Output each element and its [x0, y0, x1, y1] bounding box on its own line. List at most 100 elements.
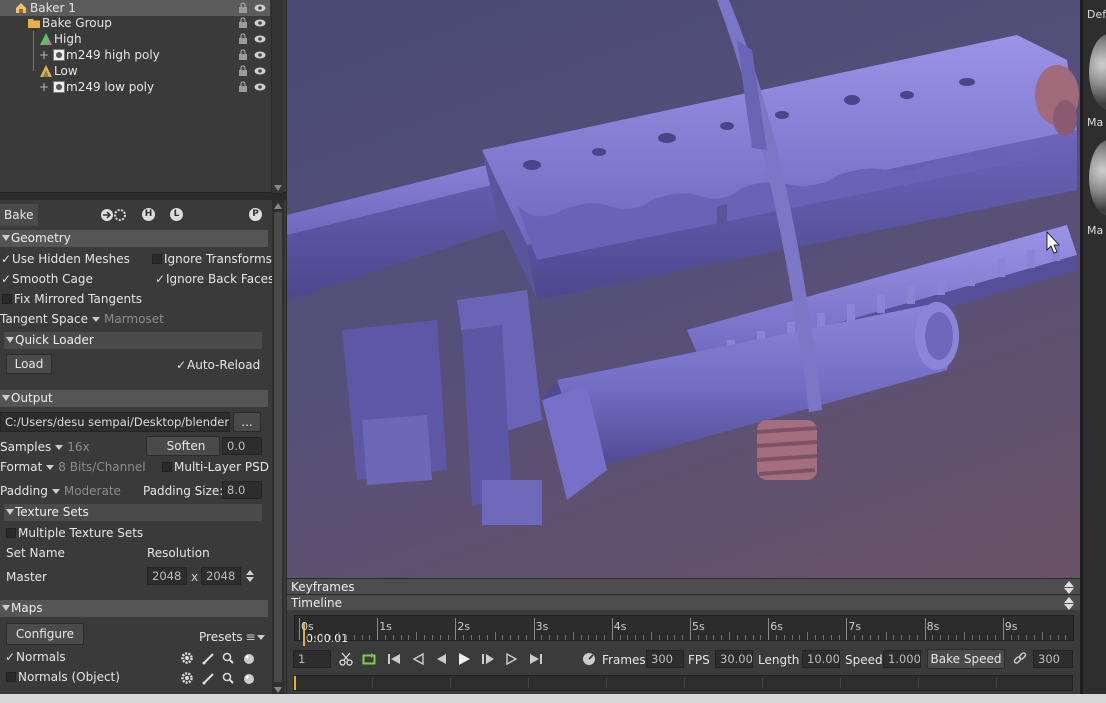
output-header-label: Output: [11, 391, 53, 405]
timeline-ruler[interactable]: 0:00.01 0s 1s 2s 3s 4s 5s 6s 7s 8s 9s: [287, 610, 1080, 646]
material-label: Def: [1087, 8, 1106, 21]
timeline-track[interactable]: 0:00.01 0s 1s 2s 3s 4s 5s 6s 7s 8s 9s: [294, 615, 1074, 646]
scroll-down-icon[interactable]: [274, 185, 282, 191]
scroll-down-icon[interactable]: [274, 687, 282, 693]
tangent-space-label: Tangent Space: [0, 312, 88, 326]
lock-icon[interactable]: [237, 49, 249, 61]
current-frame-input[interactable]: 1: [293, 650, 331, 668]
configure-button[interactable]: Configure: [6, 623, 84, 645]
tree-item-m249-low-poly[interactable]: + m249 low poly: [0, 79, 270, 95]
fps-label: FPS: [688, 653, 710, 667]
material-preview[interactable]: [1089, 140, 1106, 216]
soften-button[interactable]: Soften: [146, 436, 220, 456]
soften-input[interactable]: 0.0: [222, 437, 262, 455]
ignore-back-faces-checkbox[interactable]: ✓Ignore Back Faces: [154, 272, 274, 286]
output-path-input[interactable]: C:/Users/desu sempai/Desktop/blender/ba: [0, 412, 230, 432]
map-normals-tools[interactable]: [180, 651, 258, 665]
resolution-stepper-icon[interactable]: [245, 568, 255, 584]
tree-item-low[interactable]: Low: [0, 63, 270, 79]
eye-icon[interactable]: [254, 33, 266, 45]
samples-dropdown[interactable]: Samples 16x: [0, 440, 90, 454]
step-back-icon[interactable]: [411, 652, 425, 666]
map-item-normals[interactable]: ✓Normals: [4, 650, 66, 664]
timer-icon[interactable]: [582, 652, 596, 666]
low-button[interactable]: L: [170, 208, 183, 221]
fix-mirrored-tangents-label: Fix Mirrored Tangents: [14, 292, 143, 306]
map-item-normals-object[interactable]: Normals (Object): [6, 670, 120, 684]
lock-icon[interactable]: [237, 33, 249, 45]
expand-icon[interactable]: +: [39, 47, 49, 63]
smooth-cage-checkbox[interactable]: ✓Smooth Cage: [0, 272, 93, 286]
presets-dropdown[interactable]: Presets ≡: [199, 630, 269, 644]
3d-viewport[interactable]: [287, 0, 1080, 578]
lock-icon[interactable]: [237, 65, 249, 77]
frames-input[interactable]: 300: [646, 650, 684, 668]
resolution-height-input[interactable]: 2048: [201, 567, 241, 585]
lock-icon[interactable]: [237, 81, 249, 93]
keyframes-header[interactable]: Keyframes: [287, 578, 1080, 594]
play-icon[interactable]: [457, 652, 471, 666]
tree-item-high[interactable]: High: [0, 31, 270, 47]
load-button[interactable]: Load: [6, 354, 52, 374]
texture-sets-header[interactable]: Texture Sets: [4, 504, 262, 521]
length-input[interactable]: 10.000: [802, 650, 840, 668]
material-label: Ma: [1087, 224, 1104, 237]
scrubber-playhead[interactable]: [294, 676, 296, 690]
format-dropdown[interactable]: Format 8 Bits/Channel: [0, 460, 146, 474]
use-hidden-meshes-checkbox[interactable]: ✓Use Hidden Meshes: [0, 252, 130, 266]
step-forward-icon[interactable]: [481, 652, 495, 666]
maps-header[interactable]: Maps: [0, 600, 268, 617]
tree-item-m249-high-poly[interactable]: + m249 high poly: [0, 47, 270, 63]
output-header[interactable]: Output: [0, 390, 268, 407]
bake-options-icon[interactable]: [100, 208, 128, 222]
eye-icon[interactable]: [254, 49, 266, 61]
high-button[interactable]: H: [142, 208, 155, 221]
tree-scrollbar[interactable]: [271, 0, 283, 193]
bake-speed-button[interactable]: Bake Speed: [927, 649, 1005, 669]
properties-scrollbar[interactable]: [272, 200, 284, 703]
scrollbar-thumb[interactable]: [274, 212, 282, 682]
tangent-space-dropdown[interactable]: Tangent Space Marmoset: [0, 312, 164, 326]
timeline-header[interactable]: Timeline: [287, 594, 1080, 610]
loop-icon[interactable]: [362, 652, 376, 666]
eye-icon[interactable]: [254, 2, 266, 14]
lock-icon[interactable]: [237, 2, 249, 14]
resolution-width-input[interactable]: 2048: [147, 567, 187, 585]
tree-item-bake-group[interactable]: Bake Group: [0, 15, 270, 31]
scissors-icon[interactable]: [339, 652, 353, 666]
link-icon[interactable]: [1013, 652, 1027, 666]
quick-loader-header[interactable]: Quick Loader: [4, 332, 262, 349]
ignore-transforms-checkbox[interactable]: Ignore Transforms: [152, 252, 272, 266]
bake-speed-input[interactable]: 300: [1033, 650, 1073, 668]
tree-item-baker[interactable]: Baker 1: [0, 0, 270, 16]
scroll-up-icon[interactable]: [274, 203, 282, 209]
fps-input[interactable]: 30.000: [715, 650, 753, 668]
geometry-header[interactable]: Geometry: [0, 230, 268, 247]
next-frame-icon[interactable]: [505, 652, 519, 666]
preview-button[interactable]: P: [249, 208, 262, 221]
map-normals-object-tools[interactable]: [180, 671, 258, 685]
padding-size-input[interactable]: 8.0: [222, 481, 262, 499]
padding-dropdown[interactable]: Padding Moderate: [0, 484, 121, 498]
play-reverse-icon[interactable]: [434, 652, 448, 666]
expand-up-icon[interactable]: [1064, 581, 1074, 587]
timeline-scrubber[interactable]: [287, 672, 1080, 694]
eye-icon[interactable]: [254, 81, 266, 93]
eye-icon[interactable]: [254, 17, 266, 29]
skip-start-icon[interactable]: [387, 652, 401, 666]
expand-up-icon[interactable]: [1064, 597, 1074, 603]
fix-mirrored-tangents-checkbox[interactable]: Fix Mirrored Tangents: [2, 292, 142, 306]
multiple-texture-sets-checkbox[interactable]: Multiple Texture Sets: [6, 526, 143, 540]
lock-icon[interactable]: [237, 17, 249, 29]
eye-icon[interactable]: [254, 65, 266, 77]
multi-layer-psd-checkbox[interactable]: Multi-Layer PSD: [162, 460, 269, 474]
auto-reload-checkbox[interactable]: ✓Auto-Reload: [175, 358, 260, 372]
skip-end-icon[interactable]: [529, 652, 543, 666]
expand-icon[interactable]: +: [39, 79, 49, 95]
bake-tab[interactable]: Bake: [0, 204, 38, 226]
scrubber-track[interactable]: [293, 675, 1073, 691]
dropdown-arrow-icon: [46, 464, 55, 470]
speed-input[interactable]: 1.000: [883, 650, 921, 668]
material-preview[interactable]: [1089, 34, 1106, 110]
browse-button[interactable]: ...: [233, 412, 261, 432]
